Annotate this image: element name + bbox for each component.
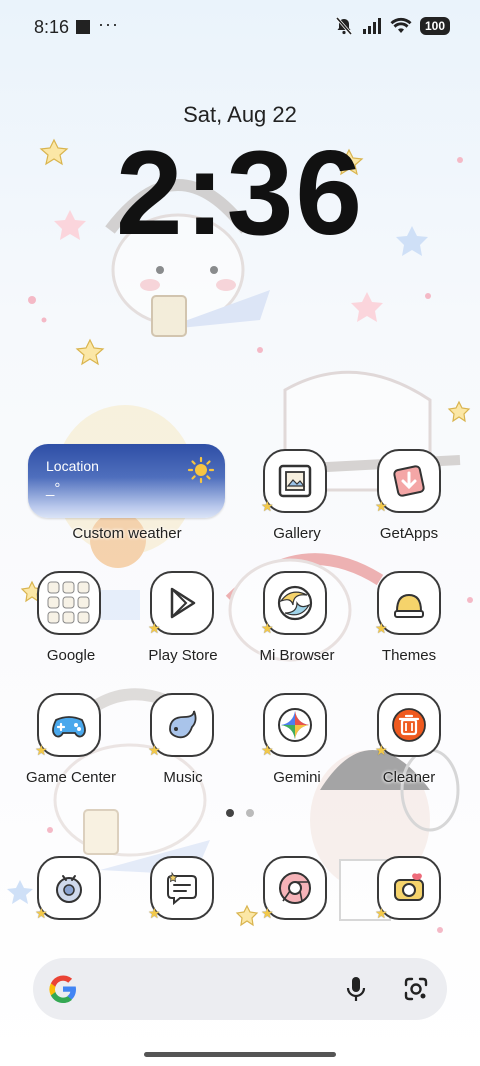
star-badge-icon: ★ <box>148 620 161 636</box>
app-label-getapps: GetApps <box>379 525 439 542</box>
star-badge-icon: ★ <box>148 742 161 758</box>
messages-icon <box>167 871 197 906</box>
dock-messages[interactable]: ★ <box>148 856 214 921</box>
app-label-cleaner: Cleaner <box>382 769 436 786</box>
gemini-icon <box>278 708 312 742</box>
sun-icon <box>187 456 215 484</box>
page-indicator-active[interactable] <box>226 809 234 817</box>
app-label-mi-browser: Mi Browser <box>259 647 335 664</box>
google-search-bar[interactable] <box>33 958 447 1020</box>
app-gemini[interactable]: ★ <box>261 693 327 758</box>
lens-camera-icon[interactable] <box>403 976 429 1002</box>
app-label-gemini: Gemini <box>273 769 321 786</box>
app-music[interactable]: ★ <box>148 693 214 758</box>
star-badge-icon: ★ <box>375 742 388 758</box>
app-gallery[interactable]: ★ <box>261 449 327 514</box>
dock-phone[interactable]: ★ <box>35 856 101 921</box>
app-label-gallery: Gallery <box>273 525 321 542</box>
dock-camera[interactable]: ★ <box>375 856 441 921</box>
dock-chrome[interactable]: ★ <box>261 856 327 921</box>
app-getapps[interactable]: ★ <box>375 449 441 514</box>
weather-location: Location <box>46 458 99 474</box>
star-badge-icon: ★ <box>261 742 274 758</box>
star-badge-icon: ★ <box>375 498 388 514</box>
weather-temperature: _° <box>46 480 61 497</box>
app-label-play-store: Play Store <box>148 647 218 664</box>
star-badge-icon: ★ <box>148 905 161 921</box>
star-badge-icon: ★ <box>261 620 274 636</box>
google-folder-icon <box>47 581 90 624</box>
microphone-icon[interactable] <box>345 975 367 1003</box>
chrome-icon <box>279 872 311 904</box>
app-label-themes: Themes <box>381 647 437 664</box>
phone-icon <box>56 875 82 903</box>
clock-time[interactable]: 2:36 <box>0 128 480 258</box>
getapps-icon <box>393 465 425 497</box>
app-mi-browser[interactable]: ★ <box>261 571 327 636</box>
weather-widget[interactable]: Location _° <box>28 444 225 518</box>
star-badge-icon: ★ <box>35 905 48 921</box>
app-label-game-center: Game Center <box>25 769 117 786</box>
star-badge-icon: ★ <box>375 620 388 636</box>
clock-date: Sat, Aug 22 <box>183 102 297 127</box>
game-center-icon <box>52 716 86 738</box>
mi-browser-icon <box>277 585 313 621</box>
play-store-icon <box>170 587 196 619</box>
app-label-music: Music <box>163 769 203 786</box>
weather-widget-label: Custom weather <box>72 525 182 542</box>
star-badge-icon: ★ <box>261 905 274 921</box>
cleaner-icon <box>392 708 426 742</box>
gesture-navigation-bar[interactable] <box>144 1052 336 1057</box>
gallery-icon <box>278 464 312 498</box>
star-badge-icon: ★ <box>261 498 274 514</box>
camera-icon <box>394 873 424 901</box>
star-badge-icon: ★ <box>375 905 388 921</box>
google-g-icon <box>49 975 76 1003</box>
app-cleaner[interactable]: ★ <box>375 693 441 758</box>
app-play-store[interactable]: ★ <box>148 571 214 636</box>
app-game-center[interactable]: ★ <box>35 693 101 758</box>
star-badge-icon: ★ <box>35 742 48 758</box>
themes-icon <box>394 593 424 618</box>
music-icon <box>169 710 197 739</box>
app-themes[interactable]: ★ <box>375 571 441 636</box>
app-label-google: Google <box>46 647 96 664</box>
page-indicator-inactive[interactable] <box>246 809 254 817</box>
app-google-folder[interactable] <box>37 571 101 635</box>
